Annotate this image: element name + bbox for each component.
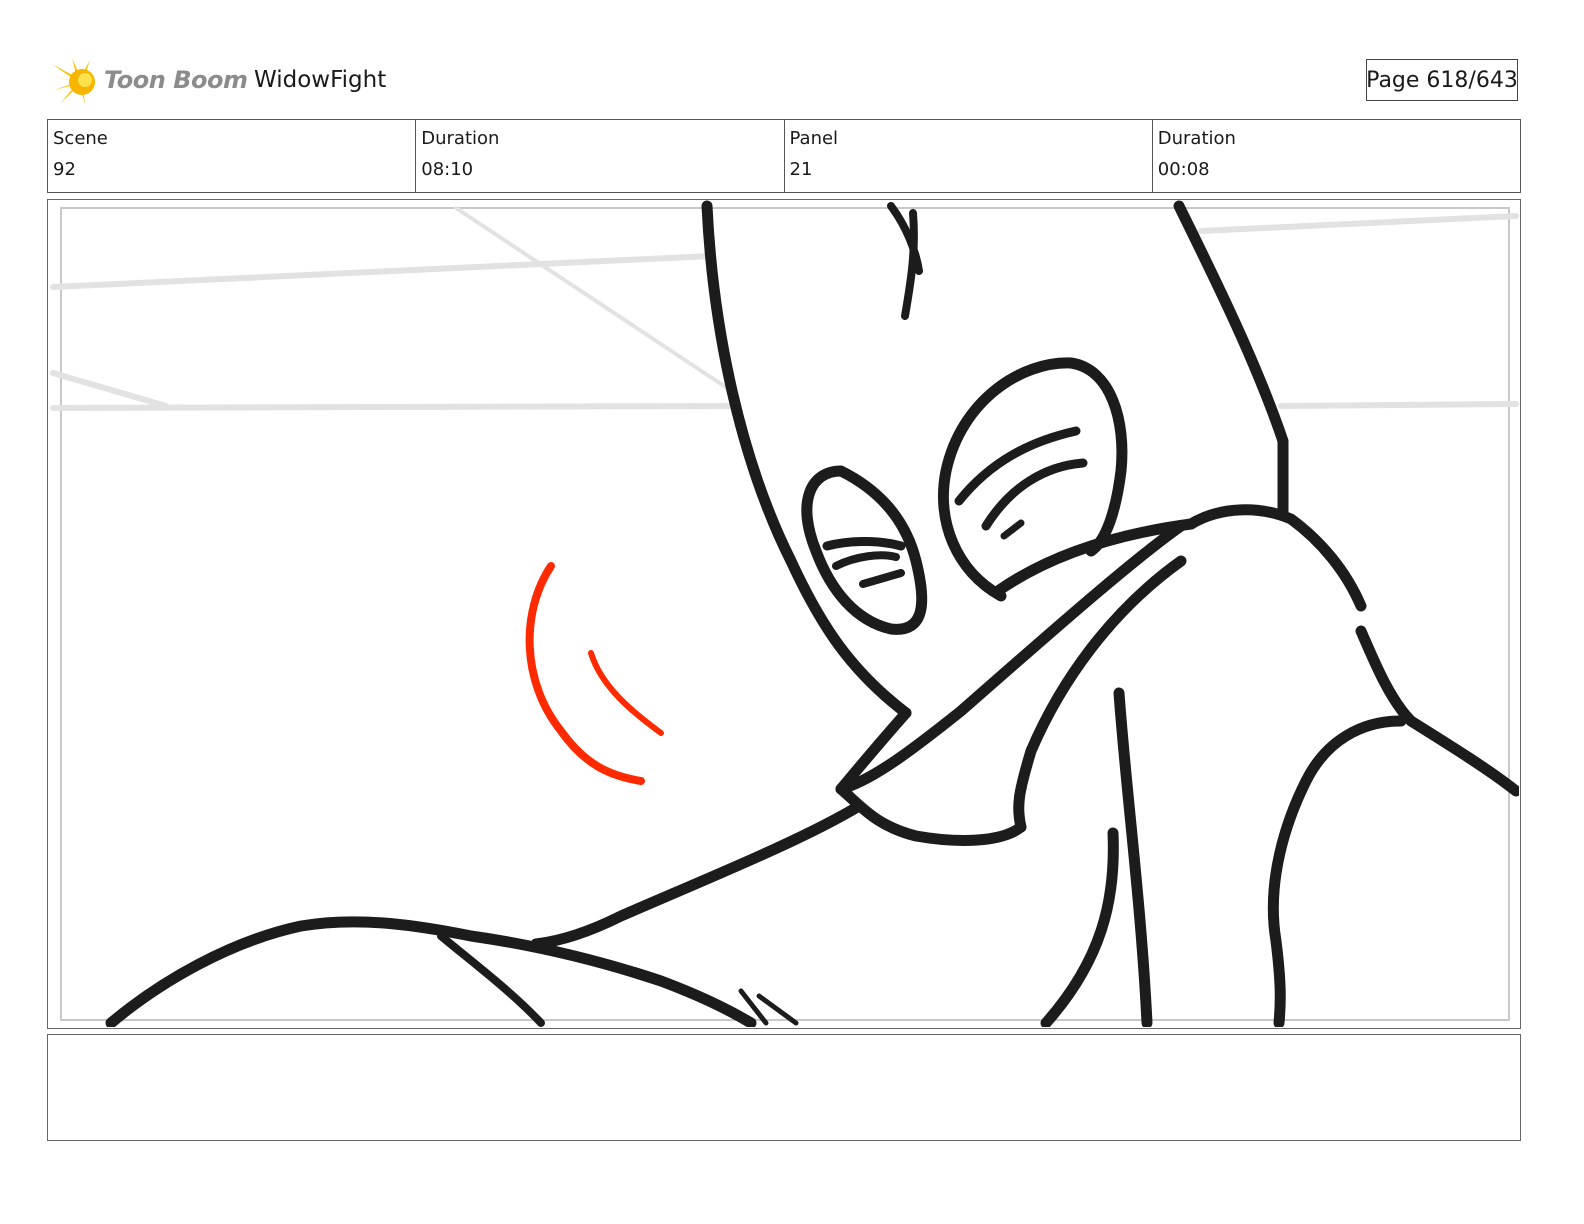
logo-wordmark: Toon Boom <box>104 66 248 94</box>
character-lineart <box>105 200 1519 1027</box>
panel-value: 21 <box>789 159 813 180</box>
starburst-icon <box>50 58 95 106</box>
action-marks <box>525 562 664 785</box>
panel-notes-box <box>47 1034 1521 1141</box>
scene-cell: Scene 92 <box>48 120 417 192</box>
scene-duration-value: 08:10 <box>421 159 474 180</box>
background-guides <box>50 206 1519 411</box>
project-title: WidowFight <box>254 67 387 93</box>
safe-frame <box>60 207 1510 1021</box>
scene-info-table: Scene 92 Duration 08:10 Panel 21 Duratio… <box>47 119 1521 193</box>
panel-duration-cell: Duration 00:08 <box>1153 120 1520 192</box>
panel-cell: Panel 21 <box>785 120 1153 192</box>
scene-duration-cell: Duration 08:10 <box>416 120 785 192</box>
panel-label: Panel <box>789 128 839 149</box>
page-counter: Page 618/643 <box>1366 59 1518 101</box>
scene-label: Scene <box>53 128 108 149</box>
page-header: Toon Boom WidowFight Page 618/643 <box>0 0 1584 118</box>
toon-boom-logo: Toon Boom <box>50 54 248 110</box>
panel-duration-value: 00:08 <box>1157 159 1210 180</box>
scene-duration-label: Duration <box>421 128 500 149</box>
scene-value: 92 <box>53 159 76 180</box>
panel-sketch <box>50 200 1519 1027</box>
panel-duration-label: Duration <box>1157 128 1236 149</box>
storyboard-panel <box>47 199 1521 1029</box>
